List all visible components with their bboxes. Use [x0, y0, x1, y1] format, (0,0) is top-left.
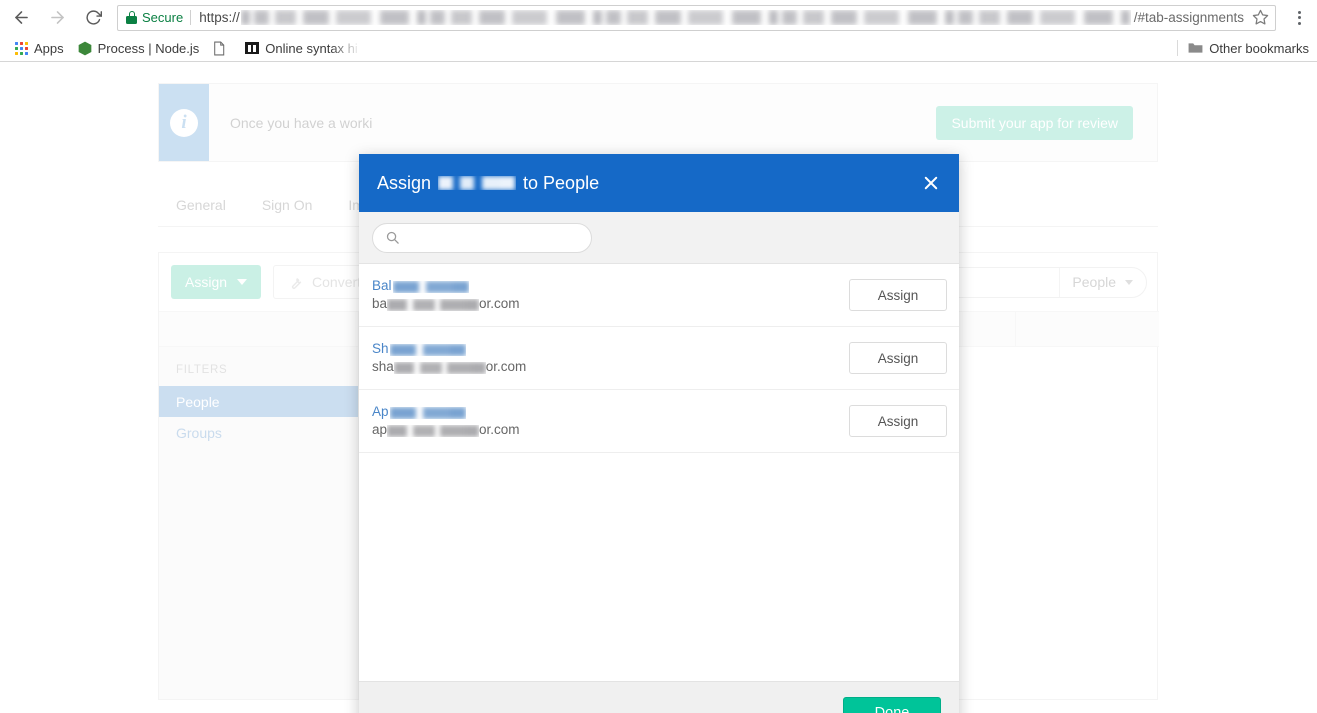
person-email-suffix: or.com — [479, 422, 520, 437]
browser-toolbar: Secure https:// /#tab-assignments — [0, 0, 1317, 35]
bookmark-label: Process | Node.js — [97, 40, 200, 56]
table-header-cell — [159, 312, 359, 346]
page-viewport: i Once you have a worki Submit your app … — [0, 62, 1317, 713]
security-label: Secure — [142, 10, 184, 25]
person-email-prefix: ap — [372, 422, 388, 437]
chevron-down-icon — [237, 279, 248, 285]
back-button[interactable] — [6, 3, 36, 33]
person-name-visible: Ap — [372, 404, 389, 419]
table-header-cell — [1016, 312, 1159, 346]
bookmark-label: Apps — [34, 40, 64, 56]
person-email-prefix: ba — [372, 296, 388, 311]
person-name-visible: Bal — [372, 278, 392, 293]
dialog-title-suffix: to People — [523, 172, 600, 193]
person-name: Sh — [372, 340, 849, 357]
person-email: ap or.com — [372, 421, 849, 439]
browser-menu-button[interactable] — [1288, 4, 1310, 32]
bookmarks-bar: Apps Process | Node.js Online syntax hi — [0, 35, 1317, 61]
banner-icon-cell: i — [159, 84, 209, 161]
sidebar-item-groups[interactable]: Groups — [159, 417, 358, 448]
bookmark-online-syntax[interactable]: Online syntax hi — [238, 37, 365, 59]
people-search-input[interactable] — [408, 229, 579, 246]
bookmark-process-nodejs[interactable]: Process | Node.js — [71, 37, 207, 59]
dialog-search-bar — [359, 212, 959, 264]
info-icon: i — [170, 108, 198, 137]
assign-person-button[interactable]: Assign — [849, 405, 947, 437]
info-banner: i Once you have a worki Submit your app … — [158, 83, 1158, 162]
url-scheme: https:// — [199, 10, 240, 25]
assign-dropdown-button[interactable]: Assign — [171, 265, 262, 299]
list-item: Sh sha or.com Assign — [359, 327, 959, 390]
person-info: Ap ap or.com — [372, 403, 849, 439]
chevron-down-icon — [1125, 279, 1133, 285]
url-fragment: /#tab-assignments — [1133, 10, 1244, 25]
people-list: Bal ba or.com Assign Sh sha or.com Assig… — [359, 264, 959, 681]
dialog-title: Assign to People — [377, 173, 599, 194]
person-name-redacted — [389, 406, 466, 419]
person-email-suffix: or.com — [485, 359, 527, 374]
list-item: Bal ba or.com Assign — [359, 264, 959, 327]
person-name: Bal — [372, 277, 849, 294]
bookmark-star-icon[interactable] — [1252, 9, 1269, 26]
tab-sign-on[interactable]: Sign On — [244, 197, 331, 213]
person-name-visible: Sh — [372, 341, 389, 356]
person-name-redacted — [389, 343, 466, 356]
person-info: Bal ba or.com — [372, 277, 849, 313]
assignments-scope-label: People — [1072, 274, 1116, 290]
other-bookmarks-label: Other bookmarks — [1209, 40, 1309, 56]
sidebar-item-people[interactable]: People — [159, 386, 358, 417]
folder-icon — [1188, 42, 1203, 54]
banner-action-wrap: Submit your app for review — [936, 84, 1157, 161]
sidebar-item-label: Groups — [176, 424, 222, 441]
list-item: Ap ap or.com Assign — [359, 390, 959, 453]
reload-button[interactable] — [78, 3, 108, 33]
dialog-title-prefix: Assign — [377, 172, 432, 193]
dialog-header: Assign to People — [359, 154, 959, 212]
person-email-redacted — [393, 362, 486, 374]
address-bar[interactable]: Secure https:// /#tab-assignments — [117, 4, 1276, 31]
filters-title: FILTERS — [176, 364, 228, 376]
person-email: sha or.com — [372, 358, 849, 376]
bookmark-label: Online syntax hi — [265, 40, 358, 56]
forward-button[interactable] — [42, 3, 72, 33]
person-info: Sh sha or.com — [372, 340, 849, 376]
person-email-suffix: or.com — [479, 296, 520, 311]
banner-text: Once you have a worki — [230, 114, 373, 131]
browser-chrome: Secure https:// /#tab-assignments Apps P… — [0, 0, 1317, 62]
tab-general[interactable]: General — [158, 197, 244, 213]
person-email: ba or.com — [372, 295, 849, 313]
person-email-prefix: sha — [372, 359, 394, 374]
close-icon[interactable] — [903, 154, 959, 212]
bookmark-blank-page[interactable] — [206, 37, 238, 59]
syntax-bars-icon — [245, 42, 260, 54]
sidebar-item-label: People — [176, 393, 220, 410]
filters-sidebar: FILTERS People Groups — [159, 347, 359, 699]
person-name: Ap — [372, 403, 849, 420]
dialog-footer: Done — [359, 681, 959, 713]
bookmark-apps[interactable]: Apps — [8, 37, 71, 59]
person-name-redacted — [392, 280, 469, 293]
people-search-box[interactable] — [372, 222, 592, 253]
lock-icon — [126, 11, 137, 24]
assign-dropdown-label: Assign — [185, 274, 228, 290]
dialog-title-app-redacted — [438, 175, 517, 190]
person-email-redacted — [387, 299, 480, 311]
search-icon — [386, 231, 399, 244]
omnibox-divider — [190, 10, 192, 25]
nodejs-hex-icon — [78, 41, 92, 56]
assignments-scope-dropdown[interactable]: People — [1059, 267, 1146, 297]
assign-person-button[interactable]: Assign — [849, 279, 947, 311]
person-email-redacted — [387, 425, 480, 437]
submit-app-for-review-button[interactable]: Submit your app for review — [936, 105, 1133, 140]
wrench-icon — [288, 275, 303, 290]
apps-grid-icon — [15, 41, 28, 55]
bookmarks-divider — [1177, 40, 1179, 56]
other-bookmarks-button[interactable]: Other bookmarks — [1177, 35, 1309, 61]
url-redacted-region — [240, 10, 1131, 25]
blank-page-icon — [213, 41, 225, 56]
assign-person-button[interactable]: Assign — [849, 342, 947, 374]
assign-to-people-dialog: Assign to People Bal ba or.com Assign Sh… — [359, 154, 959, 713]
done-button[interactable]: Done — [843, 696, 941, 713]
